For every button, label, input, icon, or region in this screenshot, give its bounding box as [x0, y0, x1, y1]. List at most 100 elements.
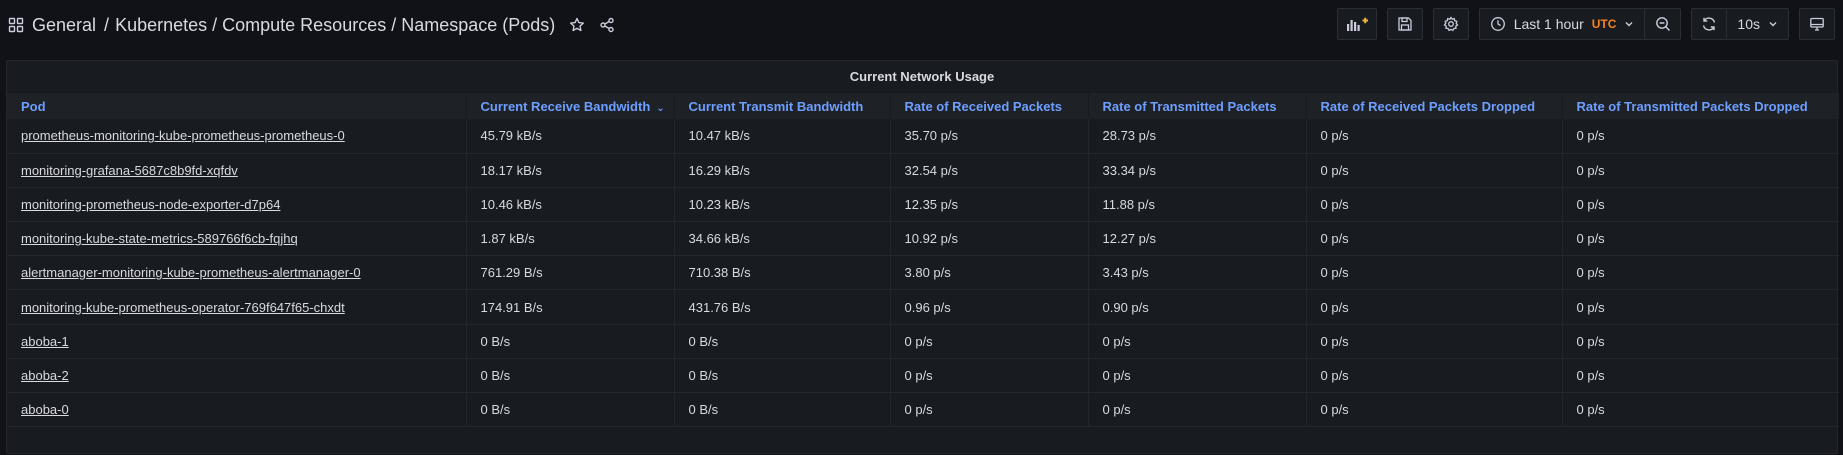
- metric-cell: 45.79 kB/s: [466, 119, 675, 154]
- table-row: aboba-1 0 B/s 0 B/s 0 p/s 0 p/s 0 p/s 0 p/s: [7, 324, 1839, 359]
- share-icon[interactable]: [595, 13, 619, 37]
- table-row: aboba-2 0 B/s 0 B/s 0 p/s 0 p/s 0 p/s 0 p/s: [7, 358, 1839, 394]
- metric-cell: 0 B/s: [466, 358, 675, 394]
- metric-cell: 10.46 kB/s: [466, 187, 675, 223]
- metric-cell: 431.76 B/s: [674, 289, 891, 325]
- metric-cell: 3.43 p/s: [1088, 255, 1307, 291]
- pod-link[interactable]: monitoring-kube-prometheus-operator-769f…: [21, 300, 345, 315]
- column-header-label: Rate of Transmitted Packets Dropped: [1576, 98, 1808, 114]
- panel-title[interactable]: Current Network Usage: [7, 61, 1837, 93]
- metric-cell: 710.38 B/s: [674, 255, 891, 291]
- metric-cell: 0 B/s: [674, 392, 891, 428]
- pod-link[interactable]: monitoring-kube-state-metrics-589766f6cb…: [21, 231, 298, 246]
- metric-cell: 0 p/s: [1088, 392, 1307, 428]
- metric-cell: 0.96 p/s: [890, 289, 1089, 325]
- add-panel-icon: [1346, 17, 1368, 31]
- save-dashboard-button[interactable]: [1386, 8, 1423, 40]
- clock-icon: [1490, 17, 1505, 31]
- pod-link[interactable]: aboba-0: [21, 402, 69, 417]
- column-header[interactable]: Rate of Transmitted Packets: [1088, 93, 1307, 119]
- chevron-down-icon: [1769, 22, 1777, 27]
- metric-cell: 12.35 p/s: [890, 187, 1089, 223]
- pod-link[interactable]: aboba-2: [21, 368, 69, 383]
- metric-cell: 0 p/s: [1562, 392, 1839, 428]
- metric-cell: 1.87 kB/s: [466, 221, 675, 257]
- pod-cell[interactable]: aboba-2: [7, 358, 467, 394]
- metric-cell: 16.29 kB/s: [674, 153, 891, 188]
- column-header[interactable]: Rate of Received Packets Dropped: [1306, 93, 1563, 119]
- zoom-out-button[interactable]: [1645, 8, 1682, 40]
- metric-cell: 0 B/s: [674, 358, 891, 394]
- time-range-label: Last 1 hour: [1513, 16, 1584, 32]
- table-row: monitoring-prometheus-node-exporter-d7p6…: [7, 187, 1839, 223]
- pod-cell[interactable]: monitoring-grafana-5687c8b9fd-xqfdv: [7, 153, 467, 188]
- refresh-interval-picker[interactable]: 10s: [1727, 8, 1789, 40]
- network-usage-panel: Current Network Usage Pod Current Receive…: [6, 60, 1839, 454]
- add-panel-button[interactable]: [1336, 8, 1377, 40]
- apps-icon[interactable]: [8, 17, 24, 33]
- column-header[interactable]: Current Receive Bandwidth ⌄: [466, 93, 675, 119]
- metric-cell: 0 p/s: [890, 324, 1089, 359]
- metric-cell: 0 p/s: [1562, 324, 1839, 359]
- refresh-button[interactable]: [1691, 8, 1728, 40]
- pod-cell[interactable]: monitoring-prometheus-node-exporter-d7p6…: [7, 187, 467, 223]
- column-header[interactable]: Current Transmit Bandwidth: [674, 93, 891, 119]
- pod-cell[interactable]: monitoring-kube-state-metrics-589766f6cb…: [7, 221, 467, 257]
- metric-cell: 0 p/s: [890, 358, 1089, 394]
- zoom-out-icon: [1656, 17, 1670, 31]
- time-range-picker[interactable]: Last 1 hour UTC: [1478, 8, 1646, 40]
- column-header[interactable]: Rate of Transmitted Packets Dropped: [1562, 93, 1839, 119]
- pod-cell[interactable]: prometheus-monitoring-kube-prometheus-pr…: [7, 119, 467, 154]
- column-header-label: Rate of Transmitted Packets: [1102, 98, 1277, 114]
- pod-link[interactable]: aboba-1: [21, 334, 69, 349]
- column-header[interactable]: Pod: [7, 93, 467, 119]
- dashboard-settings-button[interactable]: [1432, 8, 1469, 40]
- table-row: monitoring-kube-state-metrics-589766f6cb…: [7, 221, 1839, 257]
- tv-icon: [1810, 17, 1824, 31]
- breadcrumb-separator: /: [104, 14, 110, 35]
- metric-cell: 12.27 p/s: [1088, 221, 1307, 257]
- metric-cell: 11.88 p/s: [1088, 187, 1307, 223]
- star-icon[interactable]: [565, 13, 589, 37]
- metric-cell: 0 B/s: [466, 324, 675, 359]
- dashboard-toolbar: Last 1 hour UTC 10s: [1327, 8, 1835, 40]
- metric-cell: 0 p/s: [1562, 119, 1839, 154]
- pod-cell[interactable]: alertmanager-monitoring-kube-prometheus-…: [7, 255, 467, 291]
- dashboard-title[interactable]: Kubernetes / Compute Resources / Namespa…: [115, 15, 555, 36]
- column-header-label: Current Transmit Bandwidth: [688, 98, 864, 114]
- pod-link[interactable]: monitoring-grafana-5687c8b9fd-xqfdv: [21, 163, 238, 178]
- metric-cell: 0 p/s: [1562, 358, 1839, 394]
- metric-cell: 0.90 p/s: [1088, 289, 1307, 325]
- metric-cell: 34.66 kB/s: [674, 221, 891, 257]
- metric-cell: 10.92 p/s: [890, 221, 1089, 257]
- pod-cell[interactable]: aboba-1: [7, 324, 467, 359]
- gear-icon: [1443, 16, 1459, 32]
- pod-link[interactable]: alertmanager-monitoring-kube-prometheus-…: [21, 265, 361, 280]
- column-header-label: Current Receive Bandwidth: [480, 98, 651, 114]
- metric-cell: 0 p/s: [1306, 358, 1563, 394]
- metric-cell: 32.54 p/s: [890, 153, 1089, 188]
- metric-cell: 18.17 kB/s: [466, 153, 675, 188]
- breadcrumb-folder[interactable]: General: [32, 15, 96, 36]
- pod-cell[interactable]: monitoring-kube-prometheus-operator-769f…: [7, 289, 467, 325]
- tv-mode-button[interactable]: [1799, 8, 1835, 40]
- pod-cell[interactable]: aboba-0: [7, 392, 467, 428]
- metric-cell: 0 p/s: [1562, 187, 1839, 223]
- network-usage-table: Pod Current Receive Bandwidth ⌄ Current Tra…: [7, 93, 1839, 428]
- metric-cell: 0 p/s: [1306, 187, 1563, 223]
- metric-cell: 0 p/s: [1306, 255, 1563, 291]
- metric-cell: 0 p/s: [1306, 119, 1563, 154]
- column-header[interactable]: Rate of Received Packets: [890, 93, 1089, 119]
- table-row: prometheus-monitoring-kube-prometheus-pr…: [7, 119, 1839, 154]
- pod-link[interactable]: monitoring-prometheus-node-exporter-d7p6…: [21, 197, 280, 212]
- metric-cell: 3.80 p/s: [890, 255, 1089, 291]
- timezone-badge: UTC: [1591, 17, 1617, 31]
- metric-cell: 0 p/s: [1562, 255, 1839, 291]
- refresh-icon: [1703, 17, 1716, 31]
- column-header-label: Rate of Received Packets Dropped: [1320, 98, 1536, 114]
- metric-cell: 0 p/s: [1088, 324, 1307, 359]
- metric-cell: 28.73 p/s: [1088, 119, 1307, 154]
- chevron-down-icon: [1625, 22, 1633, 27]
- pod-link[interactable]: prometheus-monitoring-kube-prometheus-pr…: [21, 128, 345, 143]
- metric-cell: 0 p/s: [1306, 221, 1563, 257]
